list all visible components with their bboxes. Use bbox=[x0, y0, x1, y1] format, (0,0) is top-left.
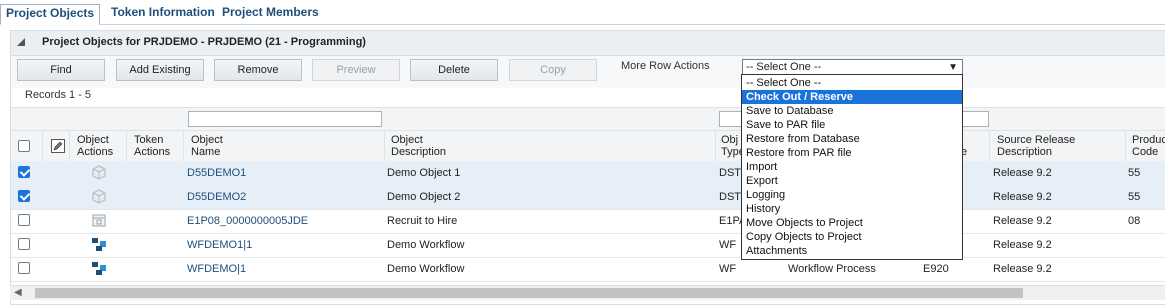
table-row[interactable]: WFDEMO|1 Demo Workflow WF Workflow Proce… bbox=[11, 257, 1165, 282]
object-type: WF bbox=[719, 263, 737, 275]
delete-button[interactable]: Delete bbox=[410, 59, 498, 81]
option-save-to-par-file[interactable]: Save to PAR file bbox=[742, 118, 962, 132]
tab-project-objects[interactable]: Project Objects bbox=[0, 4, 101, 25]
release-description: Release 9.2 bbox=[993, 191, 1052, 203]
column-header-row: Object Actions Token Actions Object Name Ob… bbox=[11, 130, 1165, 162]
object-name-link[interactable]: D55DEMO1 bbox=[187, 167, 246, 179]
row-checkbox[interactable] bbox=[18, 214, 30, 226]
header-object-description[interactable]: Object Description bbox=[391, 134, 446, 158]
object-description: Demo Workflow bbox=[387, 239, 465, 251]
table-row[interactable]: D55DEMO1 Demo Object 1 DSTR Release 9.2 … bbox=[11, 161, 1165, 186]
header-product-code[interactable]: Produc Code bbox=[1132, 134, 1165, 158]
select-all-checkbox[interactable] bbox=[18, 140, 30, 152]
select-value: -- Select One -- bbox=[746, 61, 822, 73]
row-checkbox[interactable] bbox=[18, 190, 30, 202]
option-restore-from-par-file[interactable]: Restore from PAR file bbox=[742, 146, 962, 160]
object-description: Recruit to Hire bbox=[387, 215, 458, 227]
header-token-actions[interactable]: Token Actions bbox=[134, 134, 170, 158]
option-check-out-reserve[interactable]: Check Out / Reserve bbox=[742, 90, 962, 104]
workflow-icon[interactable] bbox=[91, 237, 107, 252]
tab-project-members[interactable]: Project Members bbox=[222, 4, 319, 23]
scrollbar-thumb[interactable] bbox=[35, 288, 1023, 298]
panel-title: Project Objects for PRJDEMO - PRJDEMO (2… bbox=[42, 36, 366, 48]
option-select-one[interactable]: -- Select One -- bbox=[742, 76, 962, 90]
object-name-link[interactable]: WFDEMO|1 bbox=[187, 263, 246, 275]
table-row[interactable]: E1P08_0000000005JDE Recruit to Hire E1PA… bbox=[11, 209, 1165, 234]
object-type-description: Workflow Process bbox=[788, 263, 876, 275]
filter-row bbox=[11, 107, 1165, 130]
header-object-name[interactable]: Object Name bbox=[191, 134, 223, 158]
object-type: WF bbox=[719, 239, 737, 251]
product-code: 55 bbox=[1128, 191, 1141, 203]
row-checkbox[interactable] bbox=[18, 262, 30, 274]
scroll-left-icon[interactable]: ◀ bbox=[14, 287, 22, 298]
package-icon[interactable] bbox=[91, 165, 107, 180]
edit-icon[interactable] bbox=[51, 139, 65, 153]
collapse-triangle-icon[interactable] bbox=[17, 38, 25, 46]
records-count: Records 1 - 5 bbox=[25, 89, 92, 101]
more-row-actions-dropdown: -- Select One -- Check Out / Reserve Sav… bbox=[741, 74, 963, 260]
object-description: Demo Object 1 bbox=[387, 167, 461, 179]
release-description: Release 9.2 bbox=[993, 263, 1052, 275]
option-import[interactable]: Import bbox=[742, 160, 962, 174]
option-copy-objects-to-project[interactable]: Copy Objects to Project bbox=[742, 230, 962, 244]
tab-bar: Project Objects Token Information Projec… bbox=[0, 0, 1165, 25]
add-existing-button[interactable]: Add Existing bbox=[116, 59, 204, 81]
find-button[interactable]: Find bbox=[17, 59, 105, 81]
object-description: Demo Object 2 bbox=[387, 191, 461, 203]
option-attachments[interactable]: Attachments bbox=[742, 244, 962, 258]
release-description: Release 9.2 bbox=[993, 215, 1052, 227]
header-object-actions[interactable]: Object Actions bbox=[77, 134, 113, 158]
workflow-icon[interactable] bbox=[91, 261, 107, 276]
object-name-filter-input[interactable] bbox=[188, 111, 382, 127]
object-name-link[interactable]: E1P08_0000000005JDE bbox=[187, 215, 308, 227]
table-row[interactable]: D55DEMO2 Demo Object 2 DSTR Release 9.2 … bbox=[11, 185, 1165, 210]
option-restore-from-database[interactable]: Restore from Database bbox=[742, 132, 962, 146]
package-icon[interactable] bbox=[91, 189, 107, 204]
release-description: Release 9.2 bbox=[993, 239, 1052, 251]
product-code: 08 bbox=[1128, 215, 1141, 227]
object-description: Demo Workflow bbox=[387, 263, 465, 275]
header-source-release-description[interactable]: Source Release Description bbox=[997, 134, 1075, 158]
copy-button[interactable]: Copy bbox=[509, 59, 597, 81]
more-row-actions-label: More Row Actions bbox=[621, 60, 710, 72]
row-checkbox[interactable] bbox=[18, 238, 30, 250]
option-save-to-database[interactable]: Save to Database bbox=[742, 104, 962, 118]
option-export[interactable]: Export bbox=[742, 174, 962, 188]
object-name-link[interactable]: WFDEMO1|1 bbox=[187, 239, 252, 251]
release-description: Release 9.2 bbox=[993, 167, 1052, 179]
remove-button[interactable]: Remove bbox=[214, 59, 302, 81]
chevron-down-icon: ▼ bbox=[948, 62, 958, 73]
object-name-link[interactable]: D55DEMO2 bbox=[187, 191, 246, 203]
release-code: E920 bbox=[923, 263, 949, 275]
toolbar: Find Add Existing Remove Preview Delete … bbox=[11, 56, 1165, 88]
panel-header: Project Objects for PRJDEMO - PRJDEMO (2… bbox=[11, 31, 1165, 56]
tab-token-information[interactable]: Token Information bbox=[111, 4, 215, 23]
option-history[interactable]: History bbox=[742, 202, 962, 216]
project-objects-panel: Project Objects for PRJDEMO - PRJDEMO (2… bbox=[10, 30, 1165, 305]
more-row-actions-select[interactable]: -- Select One -- ▼ bbox=[742, 59, 963, 75]
table-row[interactable]: WFDEMO1|1 Demo Workflow WF Release 9.2 bbox=[11, 233, 1165, 258]
option-logging[interactable]: Logging bbox=[742, 188, 962, 202]
horizontal-scrollbar[interactable]: ◀ bbox=[10, 285, 1165, 300]
calendar-icon[interactable] bbox=[92, 213, 106, 227]
product-code: 55 bbox=[1128, 167, 1141, 179]
option-move-objects-to-project[interactable]: Move Objects to Project bbox=[742, 216, 962, 230]
preview-button[interactable]: Preview bbox=[312, 59, 400, 81]
row-checkbox[interactable] bbox=[18, 166, 30, 178]
